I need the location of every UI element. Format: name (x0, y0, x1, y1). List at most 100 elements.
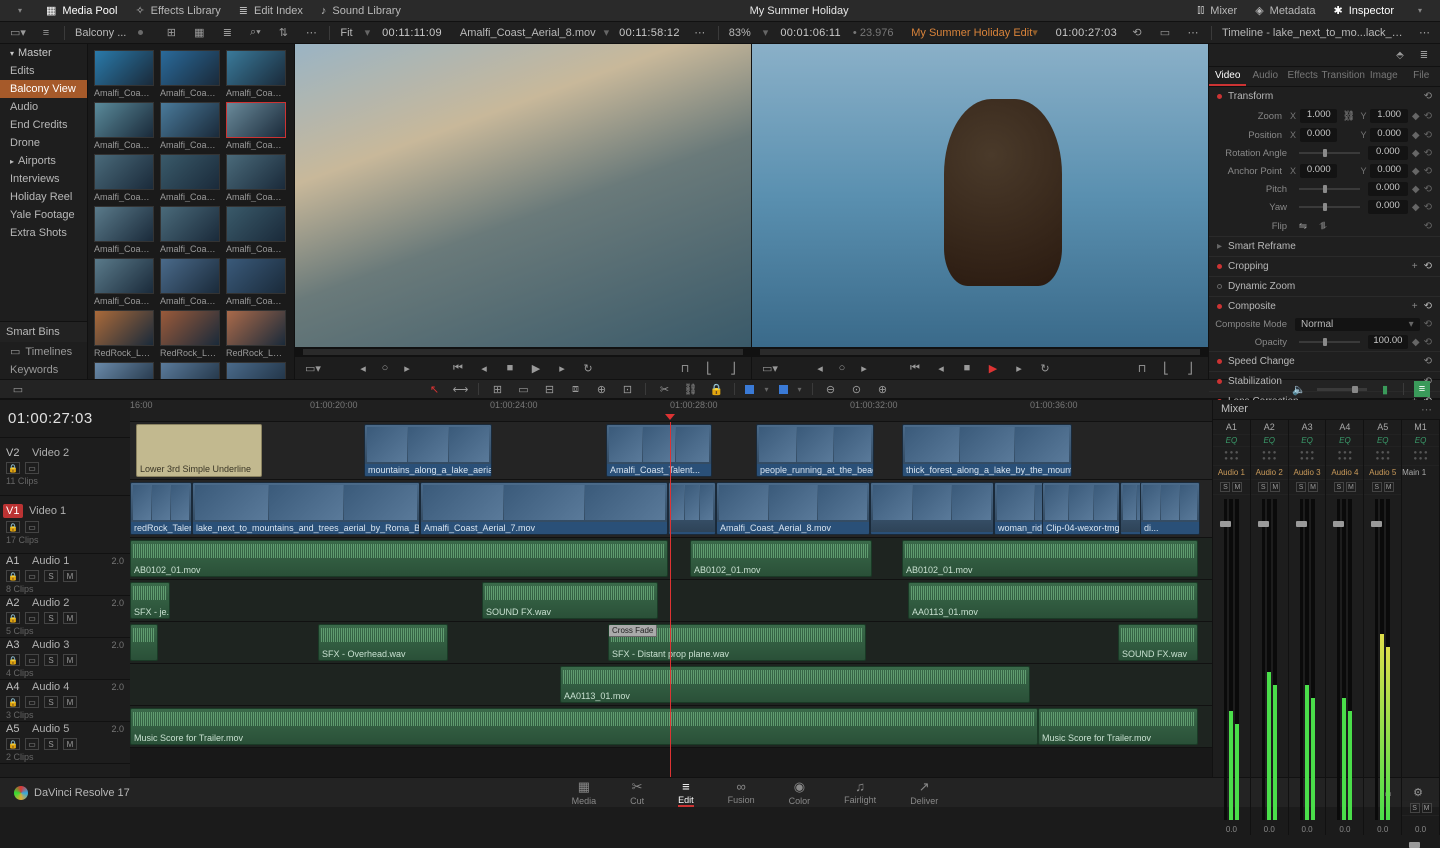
sound-library-toggle[interactable]: ♪Sound Library (321, 5, 401, 17)
page-tab-cut[interactable]: ✂Cut (630, 779, 644, 807)
fader[interactable] (1300, 499, 1303, 820)
track-header[interactable]: A3Audio 32.0🔒▭SM4 Clips (0, 638, 130, 680)
timeline-clip[interactable]: SFX - Distant prop plane.wavCross Fade (608, 624, 866, 661)
time-ruler[interactable]: 16:0001:00:20:0001:00:24:0001:00:28:0001… (130, 400, 1212, 422)
lock-track-btn[interactable]: 🔒 (6, 738, 20, 750)
composite-header[interactable]: Composite+⟲ (1209, 297, 1440, 316)
insp-key-icon[interactable]: ⬘ (1392, 47, 1408, 63)
source-viewer[interactable]: ▭▾ ⏮ ◂ ■ ▶ ▸ ↻ ⊓ ⎣ ⎦ ◂ ○ ▸ (294, 44, 751, 379)
pitch-field[interactable]: 0.000 (1368, 182, 1408, 196)
settings-icon[interactable]: ⚙ (1410, 785, 1426, 801)
bin-item[interactable]: Edits (0, 62, 87, 80)
fit-label[interactable]: Fit (340, 27, 352, 39)
mute-btn[interactable]: M (63, 654, 77, 666)
source-more-icon[interactable]: ⋯ (692, 25, 708, 41)
mute-btn[interactable]: M (1232, 482, 1242, 492)
media-clip[interactable]: Amalfi_Coast_T... (160, 258, 220, 306)
reset-icon[interactable]: ⟲ (1424, 301, 1432, 312)
mute-btn[interactable]: M (1308, 482, 1318, 492)
inspector-tab[interactable]: Video (1209, 67, 1246, 86)
timeline-clip[interactable]: Amalfi_Coast_Aerial_7.mov (420, 482, 668, 535)
lock-track-btn[interactable]: 🔒 (6, 570, 20, 582)
solo-btn[interactable]: S (1372, 482, 1382, 492)
bin-item[interactable]: ▸Airports (0, 152, 87, 170)
bin-item[interactable]: Extra Shots (0, 224, 87, 242)
speed-change-header[interactable]: Speed Change⟲ (1209, 352, 1440, 371)
src-next-frame[interactable]: ▸ (554, 360, 570, 376)
media-clip[interactable]: RedRock_Land... (94, 310, 154, 358)
bin-item[interactable]: Audio (0, 98, 87, 116)
src-nav-prev[interactable]: ◂ (355, 360, 371, 376)
tl-mark-in[interactable]: ⎣ (1158, 360, 1174, 376)
inspector-toggle[interactable]: ✱Inspector (1334, 4, 1394, 17)
src-match-frame[interactable]: ⊓ (677, 360, 693, 376)
timeline-track[interactable]: SFX - Overhead.wav SFX - Distant prop pla… (130, 622, 1212, 664)
timeline-clip[interactable]: SFX - je... (130, 582, 170, 619)
timeline-more-icon[interactable]: ⋯ (1185, 25, 1201, 41)
timeline-clip[interactable]: AA0113_01.mov (908, 582, 1198, 619)
src-mark-out[interactable]: ⎦ (725, 360, 741, 376)
auto-select-btn[interactable]: ▭ (25, 696, 39, 708)
media-clip[interactable]: Amalfi_Coast_A... (160, 102, 220, 150)
track-header[interactable]: V2Video 2🔒▭11 Clips (0, 438, 130, 496)
view-grid-icon[interactable]: ▦ (191, 25, 207, 41)
zoom-y-field[interactable]: 1.000 (1370, 109, 1407, 123)
mute-btn[interactable]: M (63, 696, 77, 708)
mute-btn[interactable]: M (63, 570, 77, 582)
insp-stack-icon[interactable]: ≣ (1416, 47, 1432, 63)
inspector-tab[interactable]: File (1402, 67, 1439, 86)
auto-select-btn[interactable]: ▭ (25, 570, 39, 582)
tl-first-frame[interactable]: ⏮ (907, 360, 923, 376)
track-header[interactable]: A5Audio 52.0🔒▭SM2 Clips (0, 722, 130, 764)
tl-match-frame[interactable]: ⊓ (1134, 360, 1150, 376)
src-mode-icon[interactable]: ▭▾ (305, 360, 321, 376)
inspector-more-icon[interactable]: ⋯ (1419, 25, 1430, 41)
composite-mode-select[interactable]: Normal▾ (1295, 318, 1420, 331)
timeline-clip[interactable]: Clip-04-wexor-tmg... (1042, 482, 1120, 535)
rotation-field[interactable]: 0.000 (1368, 146, 1408, 160)
eq-button[interactable]: EQ (1364, 435, 1401, 447)
timeline-clip[interactable]: thick_forest_along_a_lake_by_the_mountai… (902, 424, 1072, 477)
view-list-icon[interactable]: ≣ (219, 25, 235, 41)
media-clip[interactable]: Amalfi_Coast_T... (160, 154, 220, 202)
src-loop[interactable]: ↻ (580, 360, 596, 376)
inspector-tab[interactable]: Image (1365, 67, 1402, 86)
anchor-x-field[interactable]: 0.000 (1300, 164, 1337, 178)
media-clip[interactable]: Amalfi_Coast_A... (160, 50, 220, 98)
timeline-clip[interactable]: SOUND FX.wav (482, 582, 658, 619)
media-clip[interactable]: RedRock_Land... (160, 310, 220, 358)
timeline-clip[interactable]: Music Score for Trailer.mov (130, 708, 1038, 745)
media-pool-toggle[interactable]: ▦Media Pool (46, 4, 117, 17)
reset-icon[interactable]: ⟲ (1424, 166, 1432, 177)
solo-btn[interactable]: S (44, 654, 58, 666)
src-nav-next[interactable]: ▸ (399, 360, 415, 376)
solo-btn[interactable]: S (1258, 482, 1268, 492)
smart-reframe-header[interactable]: ▸Smart Reframe (1209, 237, 1440, 256)
timeline-clip[interactable]: AB0102_01.mov (902, 540, 1198, 577)
lock-icon[interactable]: 🔒 (708, 381, 724, 397)
src-mark-in[interactable]: ⎣ (701, 360, 717, 376)
tl-prev-frame[interactable]: ◂ (933, 360, 949, 376)
auto-select-btn[interactable]: ▭ (25, 462, 39, 474)
eq-button[interactable]: EQ (1213, 435, 1250, 447)
solo-btn[interactable]: S (44, 570, 58, 582)
solo-btn[interactable]: S (1410, 803, 1420, 813)
customize-icon[interactable]: ≡ (1414, 381, 1430, 397)
mute-btn[interactable]: M (63, 612, 77, 624)
pos-y-field[interactable]: 0.000 (1370, 128, 1407, 142)
mixer-toggle[interactable]: ⫾⫾Mixer (1197, 4, 1237, 17)
source-clip-name[interactable]: Amalfi_Coast_Aerial_8.mov (452, 27, 604, 39)
smart-bin-keywords[interactable]: Keywords (0, 361, 87, 379)
timeline-track[interactable]: AA0113_01.mov (130, 664, 1212, 706)
timeline-track[interactable]: Lower 3rd Simple Underlinemountains_alon… (130, 422, 1212, 480)
solo-btn[interactable]: S (1334, 482, 1344, 492)
timeline-clip[interactable]: SFX - Overhead.wav (318, 624, 448, 661)
track-header[interactable]: A1Audio 12.0🔒▭SM8 Clips (0, 554, 130, 596)
smart-bin-timelines[interactable]: ▭Timelines (0, 342, 87, 361)
bin-item[interactable]: Yale Footage (0, 206, 87, 224)
timeline-clip[interactable] (130, 624, 158, 661)
fader[interactable] (1262, 499, 1265, 820)
reset-icon[interactable]: ⟲ (1424, 111, 1432, 122)
timeline-clip[interactable]: Lower 3rd Simple Underline (136, 424, 262, 477)
transform-section-header[interactable]: Transform⟲ (1209, 87, 1440, 106)
